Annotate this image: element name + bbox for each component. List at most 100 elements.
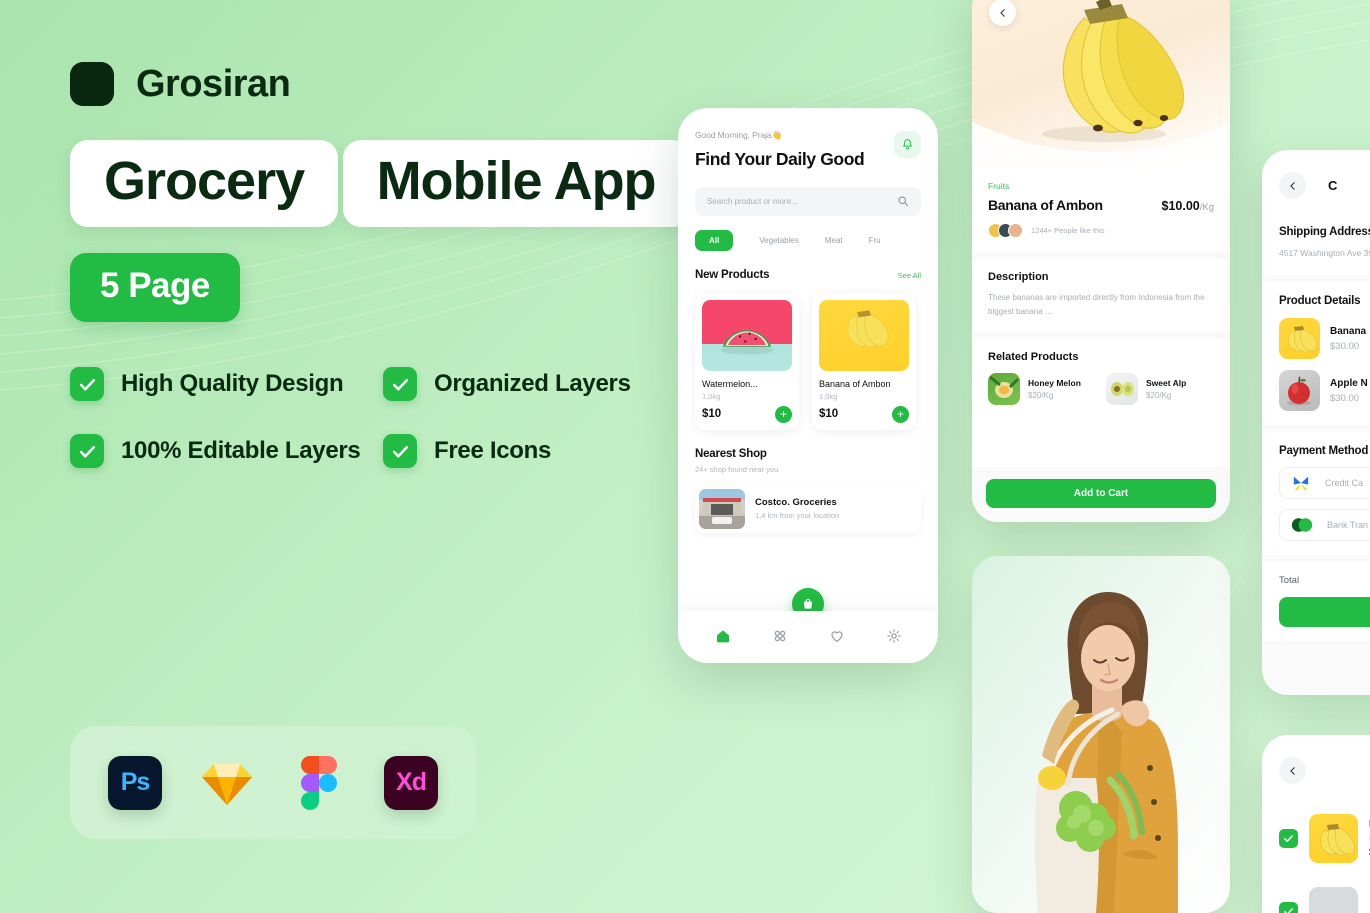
title-card-grocery: Grocery bbox=[70, 140, 339, 228]
plus-icon[interactable]: + bbox=[775, 405, 792, 423]
checkbox-checked[interactable] bbox=[1279, 902, 1298, 913]
back-button[interactable] bbox=[1279, 757, 1306, 784]
checkout-product-name: Banana bbox=[1330, 325, 1367, 337]
storefront-photo bbox=[699, 488, 745, 529]
product-name: Banana of Ambon bbox=[988, 197, 1103, 213]
figma-icon bbox=[292, 755, 346, 810]
payment-option-bank-transfer[interactable]: Bank Tran bbox=[1279, 509, 1370, 542]
checkbox-checked[interactable] bbox=[1279, 829, 1298, 848]
section-title: New Products bbox=[695, 268, 770, 281]
product-card[interactable]: Banana of Ambon 1,0kg $10 + bbox=[812, 292, 916, 430]
category-tabs: All Vegetables Meat Fru bbox=[695, 229, 921, 251]
title-card-mobile-app: Mobile App bbox=[342, 140, 690, 228]
home-icon bbox=[716, 629, 729, 642]
brand-row: Grosiran bbox=[70, 62, 690, 106]
list-item[interactable]: Costco. Groceries 1,4 km from your locat… bbox=[695, 484, 921, 533]
brand-name: Grosiran bbox=[136, 62, 291, 105]
nearest-shop-subtitle: 24+ shop found near you bbox=[695, 464, 779, 474]
chevron-left-icon bbox=[1289, 181, 1295, 190]
feature-label: High Quality Design bbox=[121, 370, 344, 398]
product-summary-card: Fruits Banana of Ambon $10.00/Kg 1244+ P… bbox=[972, 168, 1230, 252]
price-unit: /Kg bbox=[1199, 202, 1214, 213]
cart-screen-mockup: Ba $1 $3 bbox=[1262, 735, 1370, 913]
product-image-avocado bbox=[1106, 373, 1138, 405]
product-category: Fruits bbox=[988, 181, 1010, 191]
check-icon bbox=[70, 367, 104, 402]
feature-item-organized-layers: Organized Layers bbox=[383, 367, 631, 402]
feature-item-editable-layers: 100% Editable Layers bbox=[70, 434, 383, 469]
add-to-cart-button[interactable]: Add to Cart bbox=[986, 479, 1216, 508]
feature-row-1: High Quality Design Organized Layers bbox=[70, 367, 670, 402]
section-title: Description bbox=[988, 271, 1049, 283]
back-button[interactable] bbox=[1279, 172, 1306, 199]
adobe-xd-icon-label: Xd bbox=[396, 768, 427, 796]
related-product-name: Sweet Alp bbox=[1146, 378, 1187, 388]
product-image-banana bbox=[1309, 814, 1358, 863]
payment-option-credit-card[interactable]: Credit Ca bbox=[1279, 467, 1370, 500]
chevron-left-icon bbox=[1289, 766, 1295, 775]
product-weight: 1,0kg bbox=[702, 391, 721, 401]
check-icon bbox=[70, 434, 104, 469]
cart-item-row bbox=[1262, 881, 1370, 913]
nav-settings-button[interactable] bbox=[886, 628, 902, 647]
feature-label: Free Icons bbox=[434, 437, 552, 465]
search-placeholder: Search product or more... bbox=[707, 196, 798, 206]
nav-grid-button[interactable] bbox=[772, 628, 788, 647]
description-section: Description These bananas are imported d… bbox=[972, 259, 1230, 332]
likes-row: 1244+ People like this bbox=[988, 223, 1214, 238]
related-products-section: Related Products Honey Melon $20/Kg Swee… bbox=[972, 339, 1230, 467]
product-price: $10 bbox=[819, 408, 839, 421]
gear-icon bbox=[886, 628, 901, 643]
nav-home-button[interactable] bbox=[715, 628, 731, 647]
product-image-banana bbox=[819, 299, 909, 371]
checkout-header: C bbox=[1262, 150, 1370, 213]
related-product-price: $20/Kg bbox=[1146, 391, 1172, 400]
product-image-watermelon bbox=[702, 299, 792, 371]
product-image-honey-melon bbox=[988, 373, 1020, 405]
price-amount: $10.00 bbox=[1161, 199, 1200, 213]
nearest-shop-header: Nearest Shop bbox=[695, 448, 921, 460]
product-list: Watermelon... 1,0kg $10 + Banana of Ambo… bbox=[695, 292, 921, 430]
see-all-link[interactable]: See All bbox=[898, 271, 921, 280]
feature-list: High Quality Design Organized Layers 100… bbox=[70, 367, 670, 469]
search-input[interactable]: Search product or more... bbox=[695, 186, 921, 216]
lifestyle-photo-card bbox=[972, 556, 1230, 913]
plus-icon[interactable]: + bbox=[892, 405, 909, 423]
product-price: $10.00/Kg bbox=[1162, 199, 1215, 213]
feature-item-high-quality-design: High Quality Design bbox=[70, 367, 383, 402]
pay-now-button[interactable] bbox=[1279, 597, 1370, 628]
checkout-product-price: $30.00 bbox=[1330, 392, 1360, 404]
product-card[interactable]: Watermelon... 1,0kg $10 + bbox=[695, 292, 799, 430]
section-title: Shipping Address bbox=[1279, 226, 1370, 238]
tab-vegetables[interactable]: Vegetables bbox=[759, 236, 799, 245]
home-screen-mockup: Good Morning, Praja👋 Find Your Daily Goo… bbox=[678, 108, 938, 663]
notification-bell-icon bbox=[903, 139, 912, 150]
description-text: These bananas are imported directly from… bbox=[988, 293, 1205, 316]
product-image-apple bbox=[1279, 370, 1320, 412]
related-product-item[interactable]: Sweet Alp $20/Kg bbox=[1106, 373, 1214, 405]
tab-meat[interactable]: Meat bbox=[825, 236, 843, 245]
tab-all[interactable]: All bbox=[695, 229, 734, 251]
checkout-product-row: Banana $30.00 bbox=[1279, 318, 1370, 360]
related-product-item[interactable]: Honey Melon $20/Kg bbox=[988, 373, 1096, 405]
nav-favorites-button[interactable] bbox=[829, 628, 845, 647]
bottom-navigation bbox=[678, 611, 938, 663]
sketch-icon bbox=[200, 756, 254, 810]
notification-bell-button[interactable] bbox=[894, 131, 921, 158]
product-details-section: Product Details Banana $30.00 Apple N $3… bbox=[1262, 282, 1370, 426]
section-title: Related Products bbox=[988, 351, 1079, 363]
feature-label: Organized Layers bbox=[434, 370, 631, 398]
check-icon bbox=[1284, 908, 1293, 913]
tab-fruits[interactable]: Fru bbox=[869, 236, 881, 245]
bank-transfer-icon bbox=[1291, 518, 1313, 533]
title-line-2: Mobile App bbox=[376, 151, 657, 211]
back-button[interactable] bbox=[989, 0, 1016, 26]
product-image-placeholder bbox=[1309, 887, 1358, 913]
new-products-header: New Products See All bbox=[695, 269, 921, 281]
shipping-address-value: 4517 Washington Ave 39495 bbox=[1279, 248, 1370, 258]
heart-icon bbox=[830, 630, 843, 642]
total-section: Total bbox=[1262, 562, 1370, 642]
section-title: Nearest Shop bbox=[695, 447, 767, 460]
page-count-label: 5 Page bbox=[100, 266, 210, 306]
promo-panel: Grosiran Grocery Mobile App 5 Page High … bbox=[70, 62, 690, 501]
